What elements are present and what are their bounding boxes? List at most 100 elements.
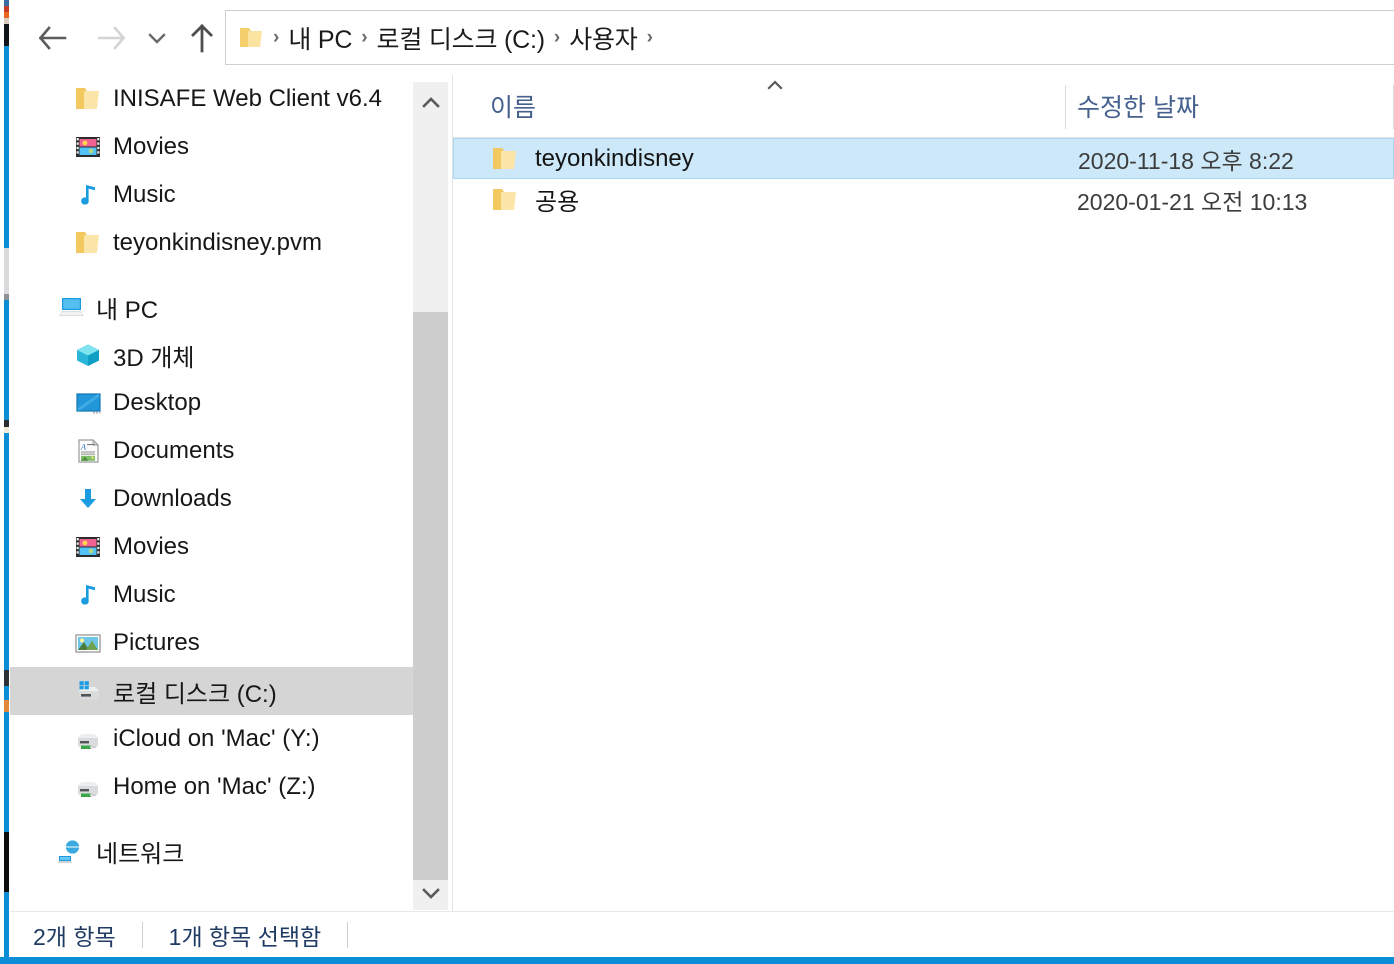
- sidebar-item-label: 네트워크: [96, 840, 185, 868]
- sidebar-item[interactable]: Movies: [10, 123, 413, 171]
- sidebar-item-label: Pictures: [113, 629, 200, 656]
- tree-group-gap: [10, 811, 413, 827]
- navigation-pane-scrollbar[interactable]: [413, 82, 448, 910]
- file-list-row[interactable]: teyonkindisney 2020-11-18 오후 8:22: [453, 138, 1394, 179]
- sidebar-item[interactable]: Home on 'Mac' (Z:): [10, 763, 413, 811]
- sidebar-item[interactable]: iCloud on 'Mac' (Y:): [10, 715, 413, 763]
- pictures-icon: [73, 628, 103, 658]
- window-edge-artifact-bottom: [4, 832, 9, 892]
- sidebar-item[interactable]: INISAFE Web Client v6.4: [10, 75, 413, 123]
- sidebar-item[interactable]: Movies: [10, 523, 413, 571]
- file-list-row[interactable]: 공용 2020-01-21 오전 10:13: [453, 179, 1394, 220]
- scroll-up-button[interactable]: [413, 86, 448, 120]
- sidebar-item-label: Music: [113, 181, 176, 208]
- file-list: teyonkindisney 2020-11-18 오후 8:22 공용 2020-0…: [453, 138, 1394, 220]
- file-date-modified: 2020-11-18 오후 8:22: [1078, 147, 1294, 174]
- breadcrumb-separator-3[interactable]: ›: [642, 27, 658, 49]
- recent-locations-button[interactable]: [142, 18, 172, 58]
- forward-button[interactable]: [92, 18, 132, 58]
- movies-icon: [73, 532, 103, 562]
- desktop-icon: [73, 388, 103, 418]
- file-list-pane: 이름 수정한 날짜 teyonkindisney 2020-11-18 오후 8:…: [453, 75, 1394, 911]
- status-selection-count: 1개 항목 선택함: [168, 924, 322, 950]
- status-separator-1: [141, 922, 143, 948]
- breadcrumb-separator-2: ›: [553, 26, 561, 48]
- music-icon: [73, 580, 103, 610]
- sidebar-item-label: Movies: [113, 533, 190, 560]
- status-bar: 2개 항목 1개 항목 선택함: [10, 911, 1394, 958]
- folder-icon: [238, 26, 264, 50]
- column-divider-1[interactable]: [1065, 85, 1066, 129]
- back-arrow-icon: [38, 26, 67, 50]
- up-arrow-icon: [191, 24, 213, 53]
- sidebar-item[interactable]: Pictures: [10, 619, 413, 667]
- breadcrumb-separator-1: ›: [361, 26, 368, 48]
- sidebar-item[interactable]: 3D 개체: [10, 331, 413, 379]
- window-edge-artifact-top: [4, 0, 9, 60]
- scrollbar-thumb[interactable]: [413, 312, 448, 880]
- navigation-pane: INISAFE Web Client v6.4 Movies Music teyonk…: [10, 75, 413, 911]
- breadcrumb-separator-0: ›: [273, 26, 280, 48]
- documents-icon: A: [73, 436, 103, 466]
- breadcrumb-local-disk[interactable]: 로컬 디스크 (C:): [373, 20, 549, 56]
- 3d-objects-icon: [73, 340, 103, 370]
- movies-icon: [73, 132, 103, 162]
- folder-icon: [73, 228, 103, 258]
- window-edge-artifact-mid: [4, 420, 9, 440]
- downloads-icon: [73, 484, 103, 514]
- network-icon: [56, 836, 86, 866]
- music-icon: [73, 180, 103, 210]
- svg-text:A: A: [80, 443, 86, 452]
- sidebar-item[interactable]: A Documents: [10, 427, 413, 475]
- network-drive-icon: [73, 724, 103, 754]
- navigation-toolbar: › 내 PC › 로컬 디스크 (C:) › 사용자 ›: [10, 0, 1394, 75]
- chevron-down-icon: [148, 33, 166, 44]
- status-item-count: 2개 항목: [33, 924, 116, 950]
- forward-arrow-icon: [97, 26, 126, 50]
- sidebar-item-label: Music: [113, 581, 176, 608]
- breadcrumb-this-pc[interactable]: 내 PC: [284, 20, 356, 56]
- this-pc-icon: [56, 292, 86, 322]
- sidebar-item-label: Documents: [113, 437, 235, 464]
- column-header-row: 이름 수정한 날짜: [453, 75, 1394, 138]
- sidebar-item-label: INISAFE Web Client v6.4: [113, 85, 382, 112]
- sidebar-item-label: Desktop: [113, 389, 202, 416]
- status-separator-2: [347, 922, 349, 948]
- address-bar[interactable]: › 내 PC › 로컬 디스크 (C:) › 사용자 ›: [225, 10, 1394, 65]
- folder-icon: [491, 145, 519, 173]
- window-edge-artifact-orange: [4, 700, 9, 712]
- taskbar-accent-strip: [0, 957, 1394, 964]
- chevron-up-icon: [421, 97, 440, 108]
- sidebar-item-label: 3D 개체: [113, 344, 195, 372]
- sidebar-item[interactable]: Downloads: [10, 475, 413, 523]
- chevron-down-icon: [421, 888, 440, 899]
- sidebar-item-label: teyonkindisney.pvm: [113, 229, 322, 256]
- sidebar-item-label: Movies: [113, 133, 190, 160]
- breadcrumb-users[interactable]: 사용자: [565, 20, 641, 56]
- local-disk-icon: [73, 676, 103, 706]
- window-edge-artifact-lower: [4, 670, 9, 686]
- sidebar-item[interactable]: 로컬 디스크 (C:): [10, 667, 413, 715]
- sidebar-item-label: 로컬 디스크 (C:): [113, 680, 277, 708]
- sidebar-item-label: Home on 'Mac' (Z:): [113, 773, 316, 800]
- sidebar-item[interactable]: 네트워크: [10, 827, 413, 875]
- sort-ascending-icon: [763, 77, 787, 93]
- pane-divider[interactable]: [452, 75, 453, 911]
- scroll-down-button[interactable]: [413, 876, 448, 910]
- sidebar-item[interactable]: Desktop: [10, 379, 413, 427]
- back-button[interactable]: [32, 18, 72, 58]
- file-name: 공용: [535, 189, 580, 216]
- file-date-modified: 2020-01-21 오전 10:13: [1077, 188, 1308, 215]
- sidebar-item[interactable]: teyonkindisney.pvm: [10, 219, 413, 267]
- sidebar-item[interactable]: Music: [10, 571, 413, 619]
- sidebar-item[interactable]: 내 PC: [10, 283, 413, 331]
- folder-icon: [73, 84, 103, 114]
- window-edge-accent: [4, 60, 9, 958]
- up-one-level-button[interactable]: [182, 18, 222, 58]
- column-header-name[interactable]: 이름: [490, 75, 536, 137]
- column-header-date-modified[interactable]: 수정한 날짜: [1077, 75, 1199, 137]
- window-edge-artifact-upper: [4, 248, 9, 326]
- sidebar-item[interactable]: Music: [10, 171, 413, 219]
- sidebar-item-label: 내 PC: [96, 296, 159, 324]
- sidebar-item-label: Downloads: [113, 485, 232, 512]
